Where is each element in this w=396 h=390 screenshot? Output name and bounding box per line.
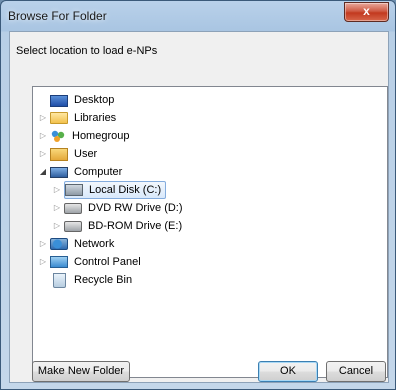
- expander-empty: [39, 271, 47, 289]
- folder-tree[interactable]: Desktop ▷ Libraries ▷ Homegroup ▷ User ◢…: [32, 86, 388, 378]
- expand-arrow-icon[interactable]: ▷: [53, 199, 61, 217]
- tree-item-recycle-bin[interactable]: Recycle Bin: [39, 271, 134, 289]
- expand-arrow-icon[interactable]: ▷: [39, 145, 47, 163]
- recycle-bin-icon: [53, 272, 66, 288]
- expand-arrow-icon[interactable]: ▷: [53, 181, 61, 199]
- ok-button[interactable]: OK: [258, 361, 318, 382]
- expand-arrow-icon[interactable]: ▷: [53, 217, 61, 235]
- dialog-body: Select location to load e-NPs Desktop ▷ …: [9, 31, 389, 383]
- tree-item-label: BD-ROM Drive (E:): [88, 220, 183, 232]
- tree-item-label: Libraries: [74, 112, 117, 124]
- tree-item-user[interactable]: ▷ User: [39, 145, 99, 163]
- tree-item-local-disk-c[interactable]: ▷ Local Disk (C:): [53, 181, 167, 199]
- close-icon: x: [363, 4, 370, 18]
- expander-empty: [39, 91, 47, 109]
- instruction-text: Select location to load e-NPs: [16, 45, 158, 57]
- tree-item-bd-rom-drive-e[interactable]: ▷ BD-ROM Drive (E:): [53, 217, 184, 235]
- dialog-title: Browse For Folder: [8, 9, 107, 23]
- selection-highlight: Local Disk (C:): [64, 181, 167, 199]
- tree-item-libraries[interactable]: ▷ Libraries: [39, 109, 118, 127]
- tree-item-homegroup[interactable]: ▷ Homegroup: [39, 127, 131, 145]
- tree-item-label: Control Panel: [74, 256, 141, 268]
- expand-arrow-icon[interactable]: ▷: [39, 109, 47, 127]
- tree-item-network[interactable]: ▷ Network: [39, 235, 116, 253]
- network-icon: [50, 238, 68, 250]
- local-disk-icon: [65, 184, 83, 196]
- tree-item-label: User: [74, 148, 98, 160]
- title-bar[interactable]: Browse For Folder x: [1, 1, 395, 31]
- desktop-icon: [50, 94, 68, 107]
- tree-item-computer[interactable]: ◢ Computer: [39, 163, 124, 181]
- close-button[interactable]: x: [344, 2, 389, 22]
- tree-item-label: Network: [74, 238, 115, 250]
- make-new-folder-button[interactable]: Make New Folder: [32, 361, 130, 382]
- tree-item-label: Local Disk (C:): [89, 184, 162, 196]
- browse-for-folder-dialog: Browse For Folder x Select location to l…: [0, 0, 396, 390]
- tree-item-control-panel[interactable]: ▷ Control Panel: [39, 253, 143, 271]
- dvd-drive-icon: [64, 202, 82, 214]
- expand-arrow-icon[interactable]: ▷: [39, 127, 47, 145]
- expand-arrow-icon[interactable]: ▷: [39, 235, 47, 253]
- expand-arrow-icon[interactable]: ▷: [39, 253, 47, 271]
- homegroup-icon: [50, 129, 66, 143]
- tree-item-label: Desktop: [74, 94, 115, 106]
- computer-icon: [50, 166, 68, 178]
- collapse-arrow-icon[interactable]: ◢: [39, 163, 47, 181]
- libraries-icon: [50, 112, 68, 124]
- tree-item-label: Recycle Bin: [74, 274, 133, 286]
- tree-item-desktop[interactable]: Desktop: [39, 91, 116, 109]
- bd-drive-icon: [64, 220, 82, 232]
- tree-item-label: DVD RW Drive (D:): [88, 202, 183, 214]
- tree-item-label: Homegroup: [72, 130, 130, 142]
- tree-item-dvd-rw-drive-d[interactable]: ▷ DVD RW Drive (D:): [53, 199, 185, 217]
- user-folder-icon: [50, 147, 68, 161]
- tree-item-label: Computer: [74, 166, 123, 178]
- cancel-button[interactable]: Cancel: [326, 361, 386, 382]
- control-panel-icon: [50, 256, 68, 268]
